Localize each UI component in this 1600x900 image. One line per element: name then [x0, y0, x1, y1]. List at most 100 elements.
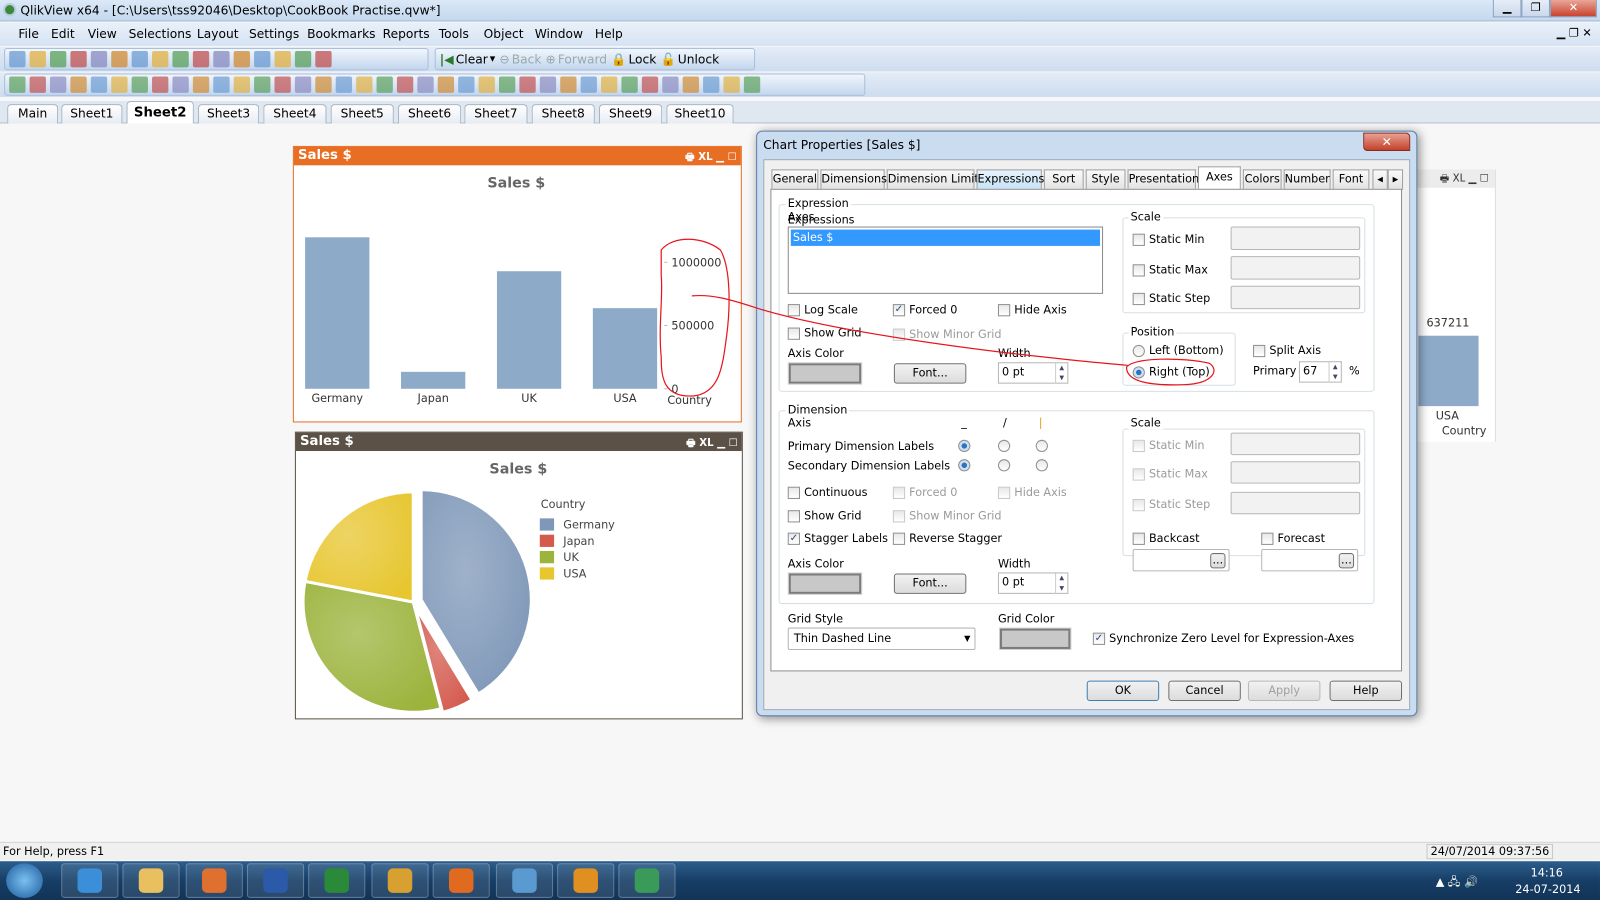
- remote-desktop-taskbar-button[interactable]: [495, 863, 554, 898]
- grid-color-swatch[interactable]: [998, 627, 1072, 650]
- continuous-checkbox[interactable]: Continuous: [787, 486, 867, 499]
- tab-dimension-limits[interactable]: Dimension Limits: [886, 169, 985, 190]
- dim-forced-0-checkbox[interactable]: Forced 0: [892, 486, 957, 499]
- tab-sheet10[interactable]: Sheet10: [666, 104, 734, 124]
- static-step-input[interactable]: [1230, 285, 1361, 310]
- dim-show-minor-grid-checkbox[interactable]: Show Minor Grid: [892, 509, 1002, 522]
- grid-style-select[interactable]: Thin Dashed Line ▼: [787, 627, 976, 650]
- show-minor-grid-checkbox[interactable]: Show Minor Grid: [892, 328, 1002, 341]
- menu-file[interactable]: File: [18, 27, 39, 41]
- tab-sheet9[interactable]: Sheet9: [598, 104, 663, 124]
- axis-width-spinner[interactable]: 0 pt ▲ ▼: [997, 362, 1069, 384]
- tab-font[interactable]: Font: [1332, 169, 1370, 190]
- synchronize-zero-checkbox[interactable]: ✓ Synchronize Zero Level for Expression-A…: [1092, 632, 1354, 645]
- line-arrow-icon[interactable]: [274, 76, 291, 93]
- dim-axis-color-swatch[interactable]: [787, 572, 863, 595]
- tab-dimensions[interactable]: Dimensions: [820, 169, 887, 190]
- pie-slice-usa[interactable]: [303, 490, 415, 604]
- dim-static-max-input[interactable]: [1230, 461, 1361, 484]
- forecast-input[interactable]: ...: [1261, 548, 1359, 572]
- firefox-taskbar-button[interactable]: [432, 863, 490, 898]
- background-chart-caption[interactable]: 🖶 XL ▁ ☐: [1408, 169, 1495, 188]
- help-icon[interactable]: [294, 51, 312, 68]
- spin-down-icon[interactable]: ▼: [1328, 372, 1341, 383]
- media-player-taskbar-button[interactable]: [185, 863, 243, 898]
- menu-window[interactable]: Window: [535, 27, 583, 41]
- clear-button[interactable]: |◀ Clear ▼: [440, 52, 496, 66]
- input-box-icon[interactable]: [192, 76, 210, 93]
- log-scale-checkbox[interactable]: Log Scale: [787, 303, 858, 316]
- primary-label-orientation-radio[interactable]: [958, 439, 971, 453]
- hide-axis-checkbox[interactable]: Hide Axis: [997, 303, 1067, 316]
- secondary-label-orientation-radio[interactable]: [1035, 459, 1048, 472]
- dim-width-spinner[interactable]: 0 pt ▲ ▼: [997, 572, 1069, 594]
- static-max-input[interactable]: [1230, 256, 1361, 280]
- slider-icon[interactable]: [294, 76, 312, 93]
- ok-button[interactable]: OK: [1086, 680, 1160, 702]
- tab-sort[interactable]: Sort: [1043, 169, 1084, 190]
- search-icon[interactable]: [192, 51, 210, 68]
- menu-bookmarks[interactable]: Bookmarks: [307, 27, 375, 41]
- forecast-browse-button[interactable]: ...: [1338, 553, 1355, 569]
- menu-edit[interactable]: Edit: [51, 27, 75, 41]
- menu-help[interactable]: Help: [595, 27, 623, 41]
- static-min-input[interactable]: [1230, 226, 1361, 250]
- chart-wizard-icon[interactable]: [396, 76, 414, 93]
- menu-tools[interactable]: Tools: [439, 27, 469, 41]
- spin-down-icon[interactable]: ▼: [1055, 373, 1067, 384]
- dim-static-step-checkbox[interactable]: Static Step: [1132, 498, 1210, 511]
- tab-sheet2[interactable]: Sheet2: [126, 101, 194, 124]
- bookmark-star-icon[interactable]: [254, 51, 271, 68]
- primary-percent-spinner[interactable]: 67 ▲ ▼: [1298, 361, 1342, 383]
- sheet-right-icon[interactable]: [49, 76, 67, 93]
- static-max-checkbox[interactable]: Static Max: [1132, 263, 1208, 277]
- share-icon[interactable]: [723, 76, 740, 93]
- tab-style[interactable]: Style: [1085, 169, 1126, 190]
- dim-show-grid-checkbox[interactable]: Show Grid: [787, 509, 861, 522]
- tab-scroll-left-icon[interactable]: ◂: [1372, 169, 1388, 190]
- chrome-taskbar-button[interactable]: [371, 863, 429, 898]
- primary-label-orientation-radio[interactable]: [1035, 439, 1048, 453]
- user-icon[interactable]: [662, 76, 679, 93]
- align-left-icon[interactable]: [458, 76, 475, 93]
- dim-static-step-input[interactable]: [1230, 491, 1361, 515]
- expressions-list[interactable]: Sales $: [787, 226, 1104, 294]
- forecast-checkbox[interactable]: Forecast: [1261, 532, 1325, 545]
- new-icon[interactable]: [9, 51, 26, 68]
- edit-script-icon[interactable]: [111, 51, 128, 68]
- tab-colors[interactable]: Colors: [1242, 169, 1282, 190]
- tab-sheet5[interactable]: Sheet5: [330, 104, 394, 124]
- align-right-icon[interactable]: [498, 76, 516, 93]
- spin-up-icon[interactable]: ▲: [1055, 363, 1067, 374]
- statistics-box-icon[interactable]: [111, 76, 128, 93]
- bookmark-object-icon[interactable]: [315, 76, 332, 93]
- back-button[interactable]: ⊖ Back: [499, 52, 541, 66]
- start-button[interactable]: [6, 863, 43, 898]
- dialog-close-button[interactable]: ✕: [1363, 132, 1411, 152]
- redo-icon[interactable]: [172, 51, 189, 68]
- web-icon[interactable]: [743, 76, 761, 93]
- chart-icon[interactable]: [172, 76, 189, 93]
- dim-static-min-checkbox[interactable]: Static Min: [1132, 439, 1205, 452]
- list-item[interactable]: Sales $: [790, 229, 1100, 246]
- bar-japan[interactable]: [401, 371, 466, 389]
- print-icon[interactable]: [90, 51, 108, 68]
- tab-main[interactable]: Main: [7, 104, 59, 124]
- chevron-down-icon[interactable]: ▼: [964, 634, 970, 643]
- button-icon[interactable]: [233, 76, 250, 93]
- adjust-top-icon[interactable]: [641, 76, 659, 93]
- dim-static-min-input[interactable]: [1230, 432, 1361, 456]
- stagger-labels-checkbox[interactable]: ✓ Stagger Labels: [787, 532, 888, 545]
- cancel-button[interactable]: Cancel: [1168, 680, 1241, 702]
- axis-color-swatch[interactable]: [787, 362, 863, 385]
- spin-down-icon[interactable]: ▼: [1055, 583, 1067, 594]
- backcast-browse-button[interactable]: ...: [1210, 553, 1226, 569]
- bar-germany[interactable]: [305, 237, 370, 389]
- align-center-icon[interactable]: [478, 76, 495, 93]
- server-icon[interactable]: [682, 76, 699, 93]
- menu-object[interactable]: Object: [484, 27, 524, 41]
- whats-this-icon[interactable]: [315, 51, 332, 68]
- static-min-checkbox[interactable]: Static Min: [1132, 233, 1205, 246]
- legend-item[interactable]: Germany: [563, 519, 615, 532]
- clock-time[interactable]: 14:16: [1531, 866, 1563, 879]
